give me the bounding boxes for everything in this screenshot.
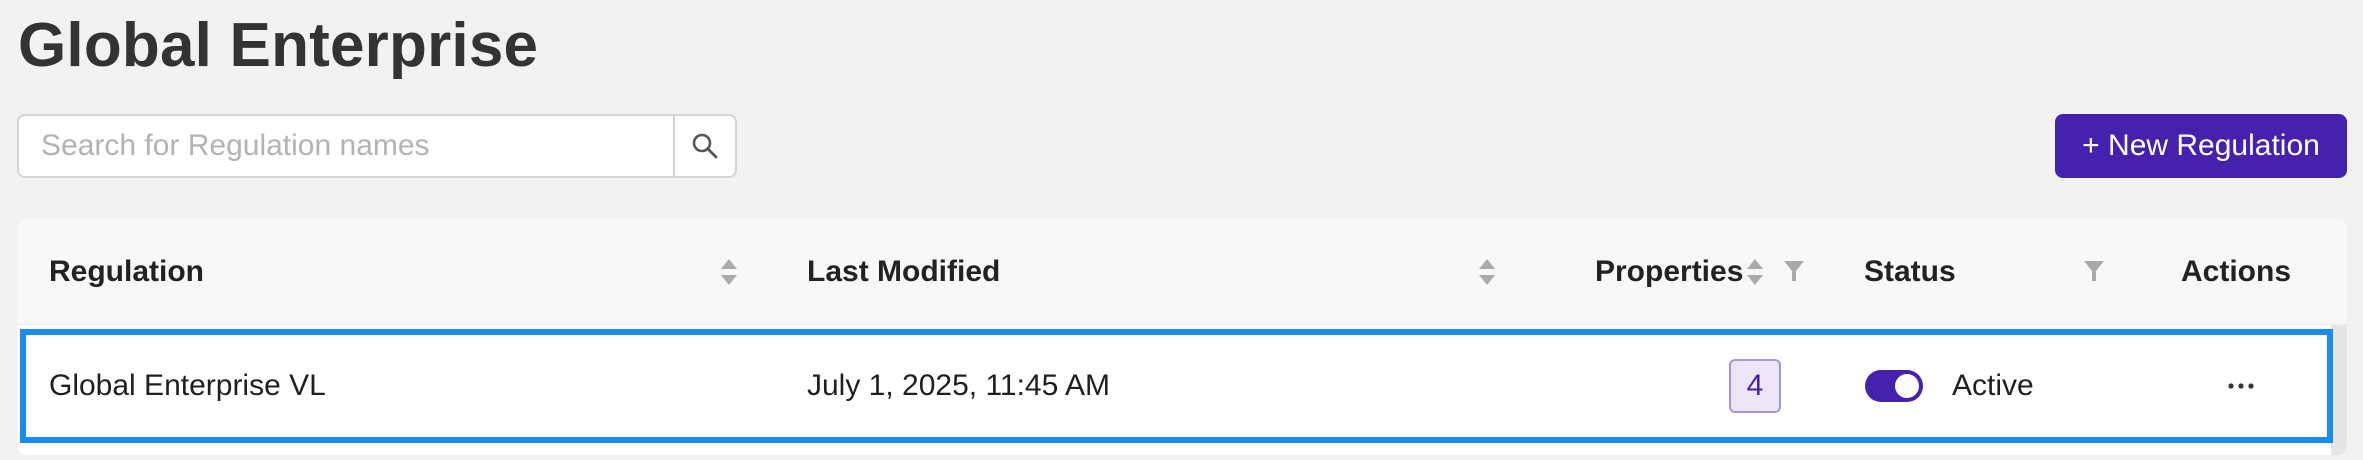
- search-button[interactable]: [673, 116, 735, 176]
- status-label: Active: [1952, 369, 2034, 402]
- table-row[interactable]: Global Enterprise VL July 1, 2025, 11:45…: [20, 329, 2333, 443]
- table-scrollbar[interactable]: [2331, 325, 2347, 455]
- properties-count-badge[interactable]: 4: [1729, 359, 1781, 413]
- table-header: Regulation Last Modified Properties Stat…: [17, 219, 2347, 325]
- filter-icon[interactable]: [1783, 259, 1805, 283]
- column-header-last-modified: Last Modified: [807, 255, 1001, 288]
- search-input[interactable]: [19, 116, 673, 176]
- sort-icon[interactable]: [719, 257, 739, 287]
- column-header-regulation: Regulation: [49, 255, 204, 288]
- filter-icon[interactable]: [2083, 259, 2105, 283]
- sort-icon[interactable]: [1477, 257, 1497, 287]
- toggle-knob: [1895, 374, 1919, 398]
- column-header-properties: Properties: [1595, 255, 1744, 288]
- regulation-name-cell[interactable]: Global Enterprise VL: [49, 335, 326, 437]
- more-icon: [2228, 383, 2254, 389]
- status-toggle[interactable]: [1865, 370, 1923, 402]
- search-icon: [692, 133, 718, 159]
- page-title: Global Enterprise: [18, 11, 539, 80]
- column-header-status: Status: [1864, 255, 1956, 288]
- search-box: [17, 114, 737, 178]
- page: Global Enterprise + New Regulation Regul…: [0, 0, 2363, 460]
- regulations-table: Regulation Last Modified Properties Stat…: [17, 219, 2347, 455]
- last-modified-cell: July 1, 2025, 11:45 AM: [807, 369, 1110, 402]
- row-actions-button[interactable]: [2216, 361, 2266, 411]
- new-regulation-button[interactable]: + New Regulation: [2055, 114, 2347, 178]
- sort-icon[interactable]: [1745, 257, 1765, 287]
- column-header-actions: Actions: [2181, 255, 2292, 288]
